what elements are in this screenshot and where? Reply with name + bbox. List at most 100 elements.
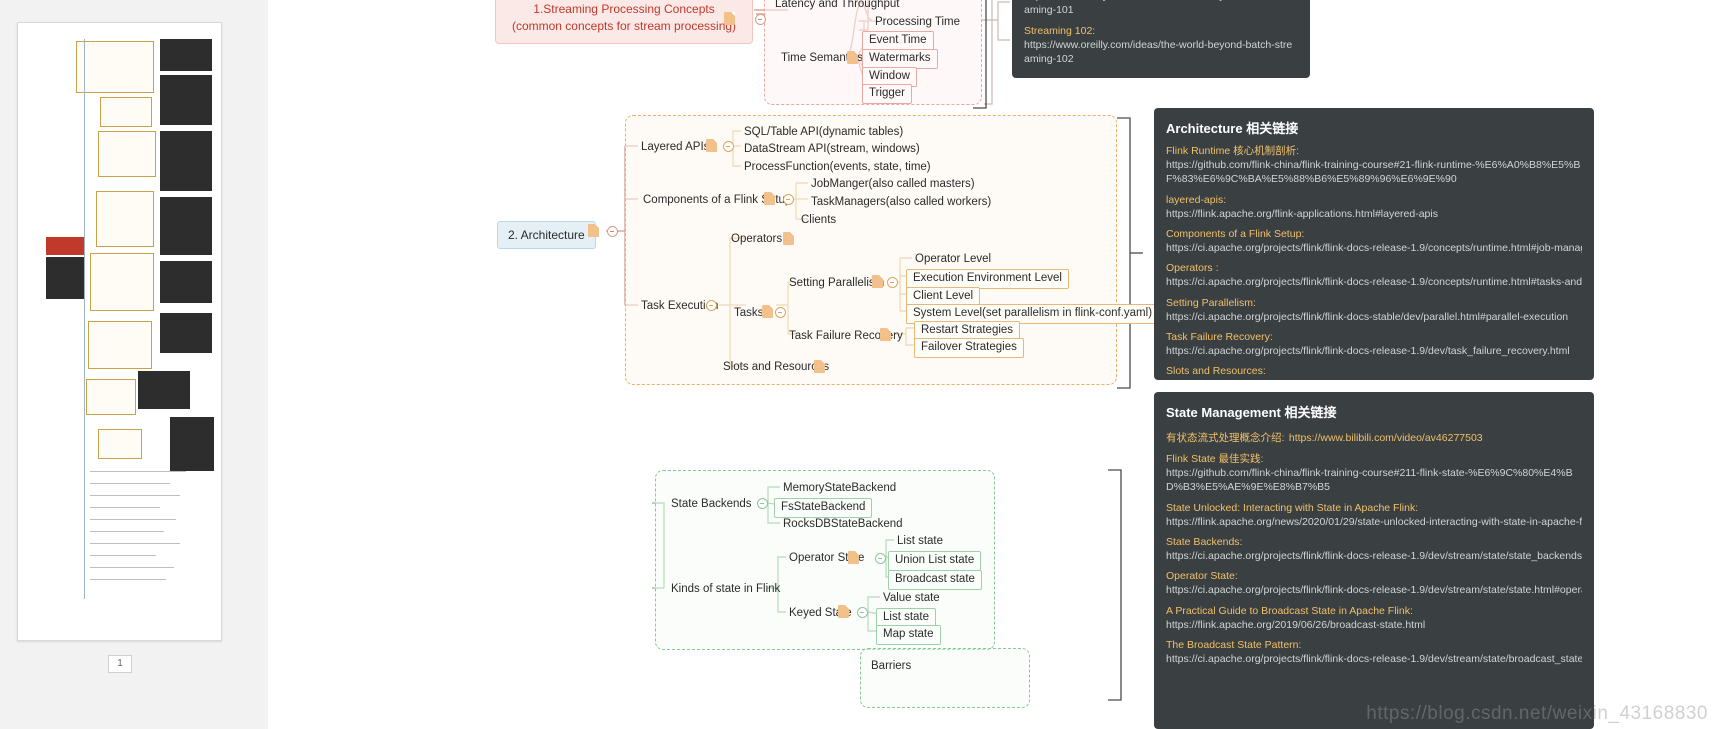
note-icon-slots-and-resources[interactable] bbox=[814, 360, 825, 373]
link-entry[interactable]: Streaming 102: https://www.oreilly.com/i… bbox=[1024, 24, 1298, 67]
link-url[interactable]: https://flink.apache.org/news/2020/01/29… bbox=[1166, 515, 1582, 529]
node-latency-and-throughput[interactable]: Latency and Throughput bbox=[772, 0, 902, 14]
note-icon-task-failure-recovery[interactable] bbox=[880, 328, 891, 341]
panel-architecture-links[interactable]: Architecture 相关链接 Flink Runtime 核心机制剖析: … bbox=[1154, 108, 1594, 380]
link-entry[interactable]: The Broadcast State Pattern: https://ci.… bbox=[1166, 638, 1582, 666]
collapse-toggle-streaming[interactable] bbox=[755, 14, 766, 25]
node-sql-table-api[interactable]: SQL/Table API(dynamic tables) bbox=[741, 124, 906, 142]
link-url[interactable]: https://ci.apache.org/projects/flink/fli… bbox=[1166, 378, 1582, 380]
link-entry[interactable]: Flink Runtime 核心机制剖析: https://github.com… bbox=[1166, 144, 1582, 187]
link-url[interactable]: https://www.oreilly.com/ideas/the-world-… bbox=[1024, 0, 1298, 18]
panel-streaming-links[interactable]: Streaming 101: https://www.oreilly.com/i… bbox=[1012, 0, 1310, 78]
link-entry[interactable]: layered-apis: https://flink.apache.org/f… bbox=[1166, 193, 1582, 221]
link-entry[interactable]: Flink State 最佳实践: https://github.com/fli… bbox=[1166, 452, 1582, 495]
link-url[interactable]: https://ci.apache.org/projects/flink/fli… bbox=[1166, 275, 1582, 289]
collapse-toggle-state-backends[interactable] bbox=[757, 498, 768, 509]
link-url[interactable]: https://ci.apache.org/projects/flink/fli… bbox=[1166, 241, 1582, 255]
node-rocksdb-state-backend[interactable]: RocksDBStateBackend bbox=[780, 516, 906, 534]
link-entry[interactable]: Setting Parallelism: https://ci.apache.o… bbox=[1166, 296, 1582, 324]
collapse-toggle-operator-state[interactable] bbox=[875, 553, 886, 564]
mindmap-page: 1 1.Streaming Processing Concepts (commo… bbox=[0, 0, 1716, 729]
node-event-time[interactable]: Event Time bbox=[862, 31, 934, 51]
collapse-toggle-task-execution[interactable] bbox=[706, 300, 717, 311]
link-entry[interactable]: Operators : https://ci.apache.org/projec… bbox=[1166, 261, 1582, 289]
link-url[interactable]: https://flink.apache.org/flink-applicati… bbox=[1166, 207, 1582, 221]
note-icon-time-semantics[interactable] bbox=[847, 51, 858, 64]
link-entry[interactable]: Slots and Resources: https://ci.apache.o… bbox=[1166, 364, 1582, 380]
link-entry[interactable]: State Backends: https://ci.apache.org/pr… bbox=[1166, 535, 1582, 563]
link-entry[interactable]: A Practical Guide to Broadcast State in … bbox=[1166, 604, 1582, 632]
note-icon-layered-apis[interactable] bbox=[706, 139, 717, 152]
node-trigger[interactable]: Trigger bbox=[862, 84, 912, 104]
note-icon-setting-parallelism[interactable] bbox=[872, 275, 883, 288]
link-url[interactable]: https://flink.apache.org/2019/06/26/broa… bbox=[1166, 618, 1582, 632]
note-icon-operator-state[interactable] bbox=[848, 551, 859, 564]
node-processing-time[interactable]: Processing Time bbox=[872, 14, 963, 32]
node-label: RocksDBStateBackend bbox=[783, 518, 903, 530]
node-memory-state-backend[interactable]: MemoryStateBackend bbox=[780, 480, 899, 498]
collapse-toggle-keyed-state[interactable] bbox=[857, 607, 868, 618]
link-label: Task Failure Recovery: bbox=[1166, 330, 1273, 343]
link-entry[interactable]: Components of a Flink Setup: https://ci.… bbox=[1166, 227, 1582, 255]
note-icon-architecture[interactable] bbox=[588, 224, 599, 237]
node-clients[interactable]: Clients bbox=[798, 212, 839, 230]
node-label: ProcessFunction(events, state, time) bbox=[744, 161, 931, 173]
link-entry[interactable]: Task Failure Recovery: https://ci.apache… bbox=[1166, 330, 1582, 358]
node-streaming-processing-concepts[interactable]: 1.Streaming Processing Concepts (common … bbox=[495, 0, 753, 44]
node-label: Failover Strategies bbox=[921, 341, 1017, 353]
link-entry[interactable]: Streaming 101: https://www.oreilly.com/i… bbox=[1024, 0, 1298, 18]
node-failover-strategies[interactable]: Failover Strategies bbox=[914, 338, 1024, 358]
note-icon-operators[interactable] bbox=[783, 232, 794, 245]
node-label: Kinds of state in Flink bbox=[671, 583, 781, 595]
node-process-function[interactable]: ProcessFunction(events, state, time) bbox=[741, 159, 934, 177]
node-taskmanagers[interactable]: TaskManagers(also called workers) bbox=[808, 194, 994, 212]
node-label: List state bbox=[883, 611, 930, 623]
link-url[interactable]: https://ci.apache.org/projects/flink/fli… bbox=[1166, 344, 1582, 358]
node-datastream-api[interactable]: DataStream API(stream, windows) bbox=[741, 141, 923, 159]
node-union-list-state[interactable]: Union List state bbox=[888, 551, 982, 571]
node-label: Watermarks bbox=[869, 52, 931, 64]
node-operators[interactable]: Operators bbox=[728, 231, 785, 249]
link-entry[interactable]: Operator State: https://ci.apache.org/pr… bbox=[1166, 569, 1582, 597]
note-icon-streaming[interactable] bbox=[724, 12, 735, 25]
node-layered-apis[interactable]: Layered APIs bbox=[638, 139, 712, 157]
node-operator-level[interactable]: Operator Level bbox=[912, 251, 994, 269]
collapse-toggle-components-setup[interactable] bbox=[783, 194, 794, 205]
collapse-toggle-layered-apis[interactable] bbox=[723, 141, 734, 152]
node-label: Latency and Throughput bbox=[775, 0, 900, 10]
link-entry[interactable]: State Unlocked: Interacting with State i… bbox=[1166, 501, 1582, 529]
node-value-state[interactable]: Value state bbox=[880, 590, 943, 608]
node-watermarks[interactable]: Watermarks bbox=[862, 49, 938, 69]
link-url[interactable]: https://ci.apache.org/projects/flink/fli… bbox=[1166, 310, 1582, 324]
node-jobmanager[interactable]: JobManger(also called masters) bbox=[808, 176, 978, 194]
node-label: Execution Environment Level bbox=[913, 272, 1062, 284]
link-url[interactable]: https://ci.apache.org/projects/flink/fli… bbox=[1166, 583, 1582, 597]
node-barriers[interactable]: Barriers bbox=[868, 658, 914, 676]
note-icon-keyed-state[interactable] bbox=[838, 605, 849, 618]
collapse-toggle-architecture[interactable] bbox=[607, 226, 618, 237]
collapse-toggle-setting-parallelism[interactable] bbox=[887, 277, 898, 288]
node-execution-environment-level[interactable]: Execution Environment Level bbox=[906, 269, 1069, 289]
node-map-state[interactable]: Map state bbox=[876, 625, 941, 645]
link-url[interactable]: https://github.com/flink-china/flink-tra… bbox=[1166, 466, 1582, 494]
link-url[interactable]: https://github.com/flink-china/flink-tra… bbox=[1166, 158, 1582, 186]
link-url[interactable]: https://www.bilibili.com/video/av4627750… bbox=[1289, 432, 1483, 444]
node-fs-state-backend[interactable]: FsStateBackend bbox=[774, 498, 873, 518]
note-icon-components-setup[interactable] bbox=[764, 192, 775, 205]
page-thumbnail[interactable] bbox=[17, 22, 222, 641]
link-entry-inline[interactable]: 有状态流式处理概念介绍: https://www.bilibili.com/vi… bbox=[1166, 428, 1582, 446]
link-url[interactable]: https://www.oreilly.com/ideas/the-world-… bbox=[1024, 38, 1298, 66]
node-list-state-operator[interactable]: List state bbox=[894, 533, 946, 551]
mindmap-canvas[interactable]: 1.Streaming Processing Concepts (common … bbox=[268, 0, 1716, 729]
node-broadcast-state[interactable]: Broadcast state bbox=[888, 570, 982, 590]
link-url[interactable]: https://ci.apache.org/projects/flink/fli… bbox=[1166, 549, 1582, 563]
collapse-toggle-tasks[interactable] bbox=[775, 307, 786, 318]
node-label: Barriers bbox=[871, 660, 912, 672]
note-icon-tasks[interactable] bbox=[762, 305, 773, 318]
panel-state-links[interactable]: State Management 相关链接 有状态流式处理概念介绍: https… bbox=[1154, 392, 1594, 729]
node-state-backends[interactable]: State Backends bbox=[668, 496, 755, 514]
node-kinds-of-state-in-flink[interactable]: Kinds of state in Flink bbox=[668, 581, 783, 599]
link-url[interactable]: https://ci.apache.org/projects/flink/fli… bbox=[1166, 652, 1582, 666]
node-architecture[interactable]: 2. Architecture bbox=[497, 221, 596, 250]
node-label: System Level(set parallelism in flink-co… bbox=[913, 307, 1153, 319]
